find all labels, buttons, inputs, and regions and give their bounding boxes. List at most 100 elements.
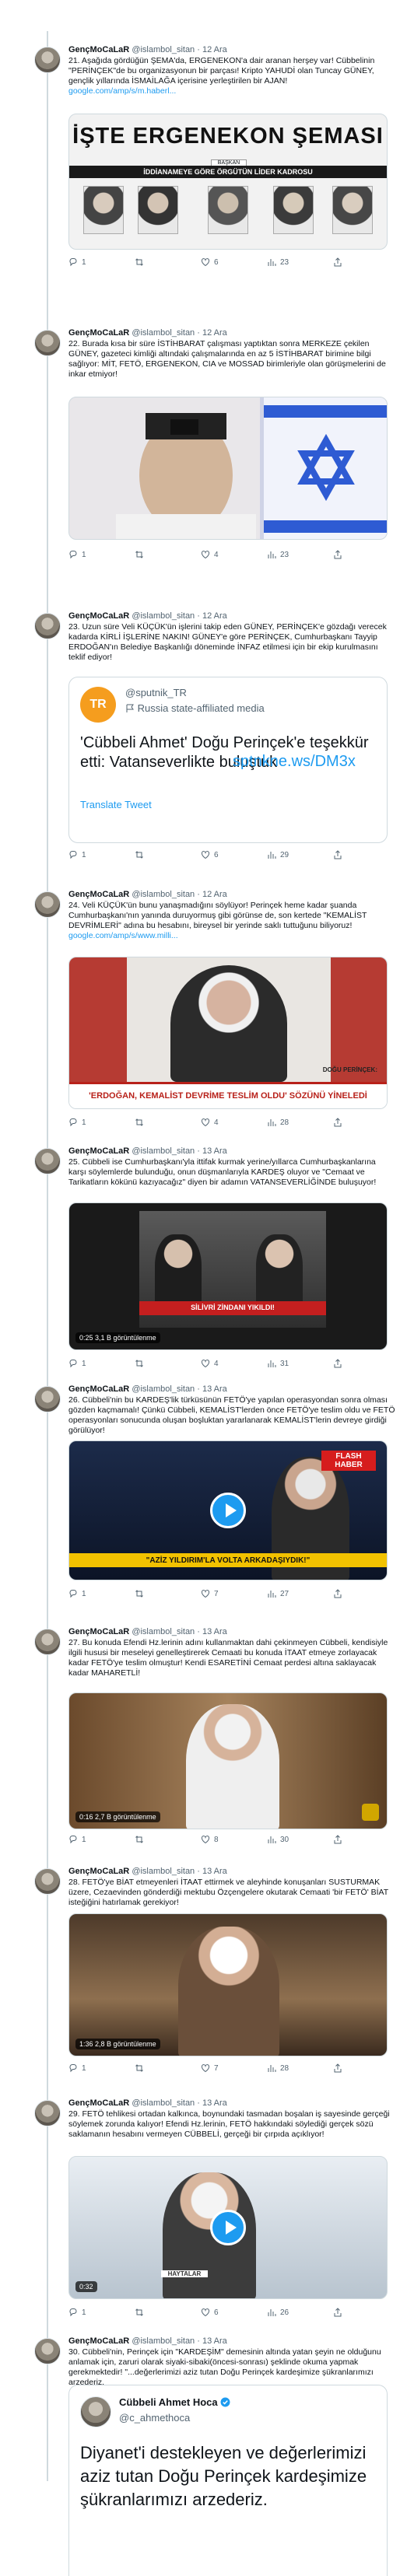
share-button[interactable] bbox=[333, 2063, 364, 2074]
author-name[interactable]: GençMoCaLaR bbox=[68, 1867, 129, 1876]
tweet-date[interactable]: 12 Ara bbox=[202, 45, 227, 54]
like-button[interactable]: 6 bbox=[201, 257, 232, 268]
avatar[interactable] bbox=[34, 613, 61, 639]
tweet-date[interactable]: 12 Ara bbox=[202, 611, 227, 621]
tweet[interactable]: GençMoCaLaR @islambol_sitan · 13 Ara 29.… bbox=[0, 2095, 414, 2329]
tweet[interactable]: GençMoCaLaR @islambol_sitan · 12 Ara 22.… bbox=[0, 325, 414, 600]
views-button[interactable]: 30 bbox=[267, 1834, 298, 1845]
tweet-link[interactable]: google.com/amp/s/www.milli... bbox=[68, 931, 178, 940]
author-name[interactable]: GençMoCaLaR bbox=[68, 1627, 129, 1636]
retweet-button[interactable] bbox=[135, 1588, 166, 1599]
quote-link[interactable]: sptnkne.ws/DM3x bbox=[233, 753, 356, 771]
avatar[interactable] bbox=[34, 891, 61, 918]
reply-button[interactable]: 1 bbox=[68, 1117, 100, 1128]
tweet-video[interactable]: HAYTALAR 0:32 bbox=[68, 2156, 388, 2299]
author-name[interactable]: GençMoCaLaR bbox=[68, 1146, 129, 1156]
reply-button[interactable]: 1 bbox=[68, 549, 100, 560]
author-handle[interactable]: @islambol_sitan bbox=[132, 611, 195, 621]
tweet-date[interactable]: 13 Ara bbox=[202, 1146, 227, 1156]
views-button[interactable]: 26 bbox=[267, 2307, 298, 2318]
views-button[interactable]: 28 bbox=[267, 2063, 298, 2074]
reply-button[interactable]: 1 bbox=[68, 1358, 100, 1369]
avatar[interactable] bbox=[34, 1148, 61, 1174]
views-button[interactable]: 29 bbox=[267, 849, 298, 860]
author-handle[interactable]: @islambol_sitan bbox=[132, 1146, 195, 1156]
reply-button[interactable]: 1 bbox=[68, 1834, 100, 1845]
translate-link[interactable]: Translate Tweet bbox=[80, 799, 152, 810]
tweet-date[interactable]: 12 Ara bbox=[202, 890, 227, 899]
tweet-date[interactable]: 13 Ara bbox=[202, 2098, 227, 2108]
tweet-image[interactable]: DOĞU PERİNÇEK: 'ERDOĞAN, KEMALİST DEVRİM… bbox=[68, 957, 388, 1109]
retweet-button[interactable] bbox=[135, 849, 166, 860]
author-handle[interactable]: @islambol_sitan bbox=[132, 328, 195, 338]
author-handle[interactable]: @islambol_sitan bbox=[132, 890, 195, 899]
tweet[interactable]: GençMoCaLaR @islambol_sitan · 13 Ara 30.… bbox=[0, 2333, 414, 2576]
tweet-date[interactable]: 13 Ara bbox=[202, 1384, 227, 1394]
reply-button[interactable]: 1 bbox=[68, 2307, 100, 2318]
retweet-button[interactable] bbox=[135, 2307, 166, 2318]
share-button[interactable] bbox=[333, 257, 364, 268]
views-button[interactable]: 28 bbox=[267, 1117, 298, 1128]
tweet[interactable]: GençMoCaLaR @islambol_sitan · 13 Ara 27.… bbox=[0, 1624, 414, 1850]
tweet[interactable]: GençMoCaLaR @islambol_sitan · 13 Ara 25.… bbox=[0, 1143, 414, 1377]
retweet-button[interactable] bbox=[135, 2063, 166, 2074]
author-handle[interactable]: @islambol_sitan bbox=[132, 1867, 195, 1876]
reply-button[interactable]: 1 bbox=[68, 1588, 100, 1599]
avatar[interactable] bbox=[34, 47, 61, 73]
like-button[interactable]: 8 bbox=[201, 1834, 232, 1845]
author-handle[interactable]: @islambol_sitan bbox=[132, 1384, 195, 1394]
tweet-image[interactable] bbox=[68, 397, 388, 540]
retweet-button[interactable] bbox=[135, 1834, 166, 1845]
quote-avatar[interactable] bbox=[80, 2396, 111, 2427]
quote-handle[interactable]: @c_ahmethoca bbox=[119, 2412, 190, 2424]
share-button[interactable] bbox=[333, 1117, 364, 1128]
like-button[interactable]: 4 bbox=[201, 1117, 232, 1128]
views-button[interactable]: 27 bbox=[267, 1588, 298, 1599]
share-button[interactable] bbox=[333, 2307, 364, 2318]
tweet-video[interactable]: SİLİVRİ ZİNDANI YIKILDI! 0:25 3,1 B görü… bbox=[68, 1202, 388, 1350]
quote-account[interactable]: @sputnik_TR bbox=[125, 687, 187, 698]
tweet-link[interactable]: google.com/amp/s/m.haberl... bbox=[68, 86, 176, 96]
retweet-button[interactable] bbox=[135, 1117, 166, 1128]
tweet-date[interactable]: 13 Ara bbox=[202, 1627, 227, 1636]
quote-name[interactable]: Cübbeli Ahmet Hoca bbox=[119, 2396, 218, 2408]
play-button[interactable] bbox=[210, 2210, 246, 2245]
like-button[interactable]: 7 bbox=[201, 1588, 232, 1599]
author-name[interactable]: GençMoCaLaR bbox=[68, 890, 129, 899]
author-handle[interactable]: @islambol_sitan bbox=[132, 2098, 195, 2108]
tweet[interactable]: GençMoCaLaR @islambol_sitan · 12 Ara 24.… bbox=[0, 887, 414, 1136]
reply-button[interactable]: 1 bbox=[68, 849, 100, 860]
like-button[interactable]: 4 bbox=[201, 1358, 232, 1369]
avatar[interactable] bbox=[34, 1629, 61, 1655]
author-name[interactable]: GençMoCaLaR bbox=[68, 45, 129, 54]
author-handle[interactable]: @islambol_sitan bbox=[132, 1627, 195, 1636]
author-handle[interactable]: @islambol_sitan bbox=[132, 45, 195, 54]
tweet-video[interactable]: FLASH HABER "AZİZ YILDIRIM'LA VOLTA ARKA… bbox=[68, 1440, 388, 1580]
tweet-video[interactable]: 1:36 2,8 B görüntülenme bbox=[68, 1913, 388, 2056]
avatar[interactable] bbox=[34, 2338, 61, 2364]
reply-button[interactable]: 1 bbox=[68, 2063, 100, 2074]
quoted-tweet[interactable]: TR @sputnik_TR Russia state-affiliated m… bbox=[68, 677, 388, 843]
share-button[interactable] bbox=[333, 549, 364, 560]
tweet[interactable]: GençMoCaLaR @islambol_sitan · 12 Ara 23.… bbox=[0, 608, 414, 868]
tweet-image[interactable]: İŞTE ERGENEKON ŞEMASI BAŞKAN İDDİANAMEYE… bbox=[68, 114, 388, 250]
retweet-button[interactable] bbox=[135, 549, 166, 560]
share-button[interactable] bbox=[333, 1588, 364, 1599]
author-name[interactable]: GençMoCaLaR bbox=[68, 1384, 129, 1394]
like-button[interactable]: 4 bbox=[201, 549, 232, 560]
share-button[interactable] bbox=[333, 849, 364, 860]
share-button[interactable] bbox=[333, 1358, 364, 1369]
retweet-button[interactable] bbox=[135, 257, 166, 268]
tweet-date[interactable]: 13 Ara bbox=[202, 1867, 227, 1876]
tweet[interactable]: GençMoCaLaR @islambol_sitan · 13 Ara 28.… bbox=[0, 1864, 414, 2081]
avatar[interactable] bbox=[34, 1868, 61, 1895]
author-name[interactable]: GençMoCaLaR bbox=[68, 2336, 129, 2346]
avatar[interactable] bbox=[34, 2100, 61, 2126]
like-button[interactable]: 6 bbox=[201, 849, 232, 860]
author-name[interactable]: GençMoCaLaR bbox=[68, 328, 129, 338]
tweet-date[interactable]: 12 Ara bbox=[202, 328, 227, 338]
retweet-button[interactable] bbox=[135, 1358, 166, 1369]
reply-button[interactable]: 1 bbox=[68, 257, 100, 268]
tweet[interactable]: GençMoCaLaR @islambol_sitan · 12 Ara 21.… bbox=[0, 42, 414, 299]
quoted-tweet[interactable]: Cübbeli Ahmet Hoca @c_ahmethoca Diyanet'… bbox=[68, 2385, 388, 2576]
